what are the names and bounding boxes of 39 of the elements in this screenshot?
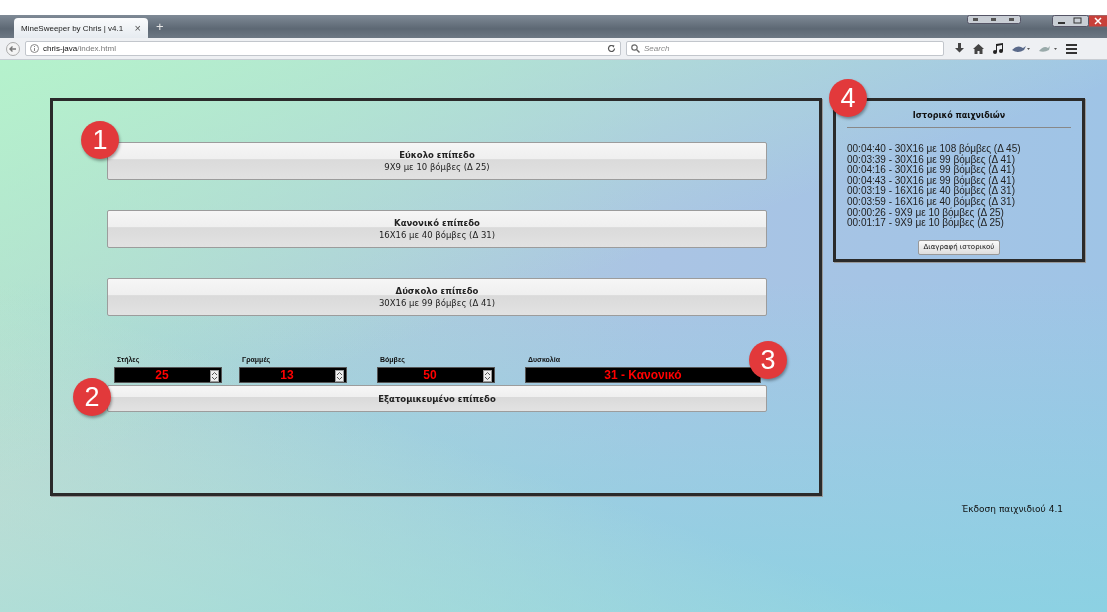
difficulty-field: 31 - Κανονικό (525, 367, 761, 383)
home-icon[interactable] (973, 43, 984, 54)
menu-icon[interactable] (1066, 43, 1077, 54)
history-entry: 00:03:19 - 16X16 με 40 βόμβες (Δ 31) (847, 186, 1016, 197)
custom-level-button[interactable]: Εξατομικευμένο επίπεδο (107, 385, 767, 412)
version-text: Έκδοση παιχνιδιού 4.1 (961, 504, 1063, 514)
level-button[interactable]: Εύκολο επίπεδο 9X9 με 10 βόμβες (Δ 25) (107, 142, 767, 180)
callout-badge: 2 (73, 378, 111, 416)
history-title: Ιστορικό παιχνιδιών (911, 111, 1007, 122)
reload-icon[interactable] (607, 44, 616, 53)
history-entry: 00:04:16 - 30X16 με 99 βόμβες (Δ 41) (847, 165, 1016, 176)
history-entry: 00:03:59 - 16X16 με 40 βόμβες (Δ 31) (847, 196, 1016, 208)
music-note-icon[interactable] (993, 43, 1003, 54)
callout-badge: 3 (749, 341, 787, 379)
search-field[interactable]: Search (644, 42, 939, 55)
spinner-icon[interactable] (483, 369, 492, 382)
history-entry: 00:01:17 - 9X9 με 10 βόμβες (Δ 25) (847, 218, 1005, 229)
number-field[interactable]: 25 (114, 367, 222, 383)
history-entry: 00:00:26 - 9X9 με 10 βόμβες (Δ 25) (847, 207, 1004, 219)
level-button[interactable]: Κανονικό επίπεδο 16X16 με 40 βόμβες (Δ 31) (107, 210, 767, 248)
back-icon[interactable] (6, 41, 20, 56)
search-icon (631, 44, 640, 53)
history-entry: 00:04:40 - 30X16 με 108 βόμβες (Δ 45) (847, 144, 1022, 155)
info-icon[interactable] (30, 44, 39, 53)
window-controls-icon[interactable] (1052, 15, 1107, 27)
search-field[interactable]: Search (626, 41, 944, 56)
callout-badge: 4 (829, 79, 867, 117)
level-button[interactable]: Δύσκολο επίπεδο 30X16 με 99 βόμβες (Δ 41) (107, 278, 767, 316)
history-entry: 00:04:43 - 30X16 με 99 βόμβες (Δ 41) (847, 175, 1016, 187)
new-tab-button[interactable]: + (156, 19, 164, 34)
spinner-icon[interactable] (335, 369, 344, 382)
number-field[interactable]: 50 (377, 367, 495, 383)
number-field[interactable]: 13 (239, 367, 347, 383)
download-icon[interactable] (955, 43, 964, 54)
address-field[interactable]: chris-java/index.html (25, 41, 621, 56)
history-entry: 00:03:39 - 30X16 με 99 βόμβες (Δ 41) (847, 154, 1015, 166)
callout-badge: 1 (81, 121, 119, 159)
spinner-icon[interactable] (210, 369, 219, 382)
browser-tab[interactable]: MineSweeper by Chris | v4.1 × (14, 18, 148, 38)
